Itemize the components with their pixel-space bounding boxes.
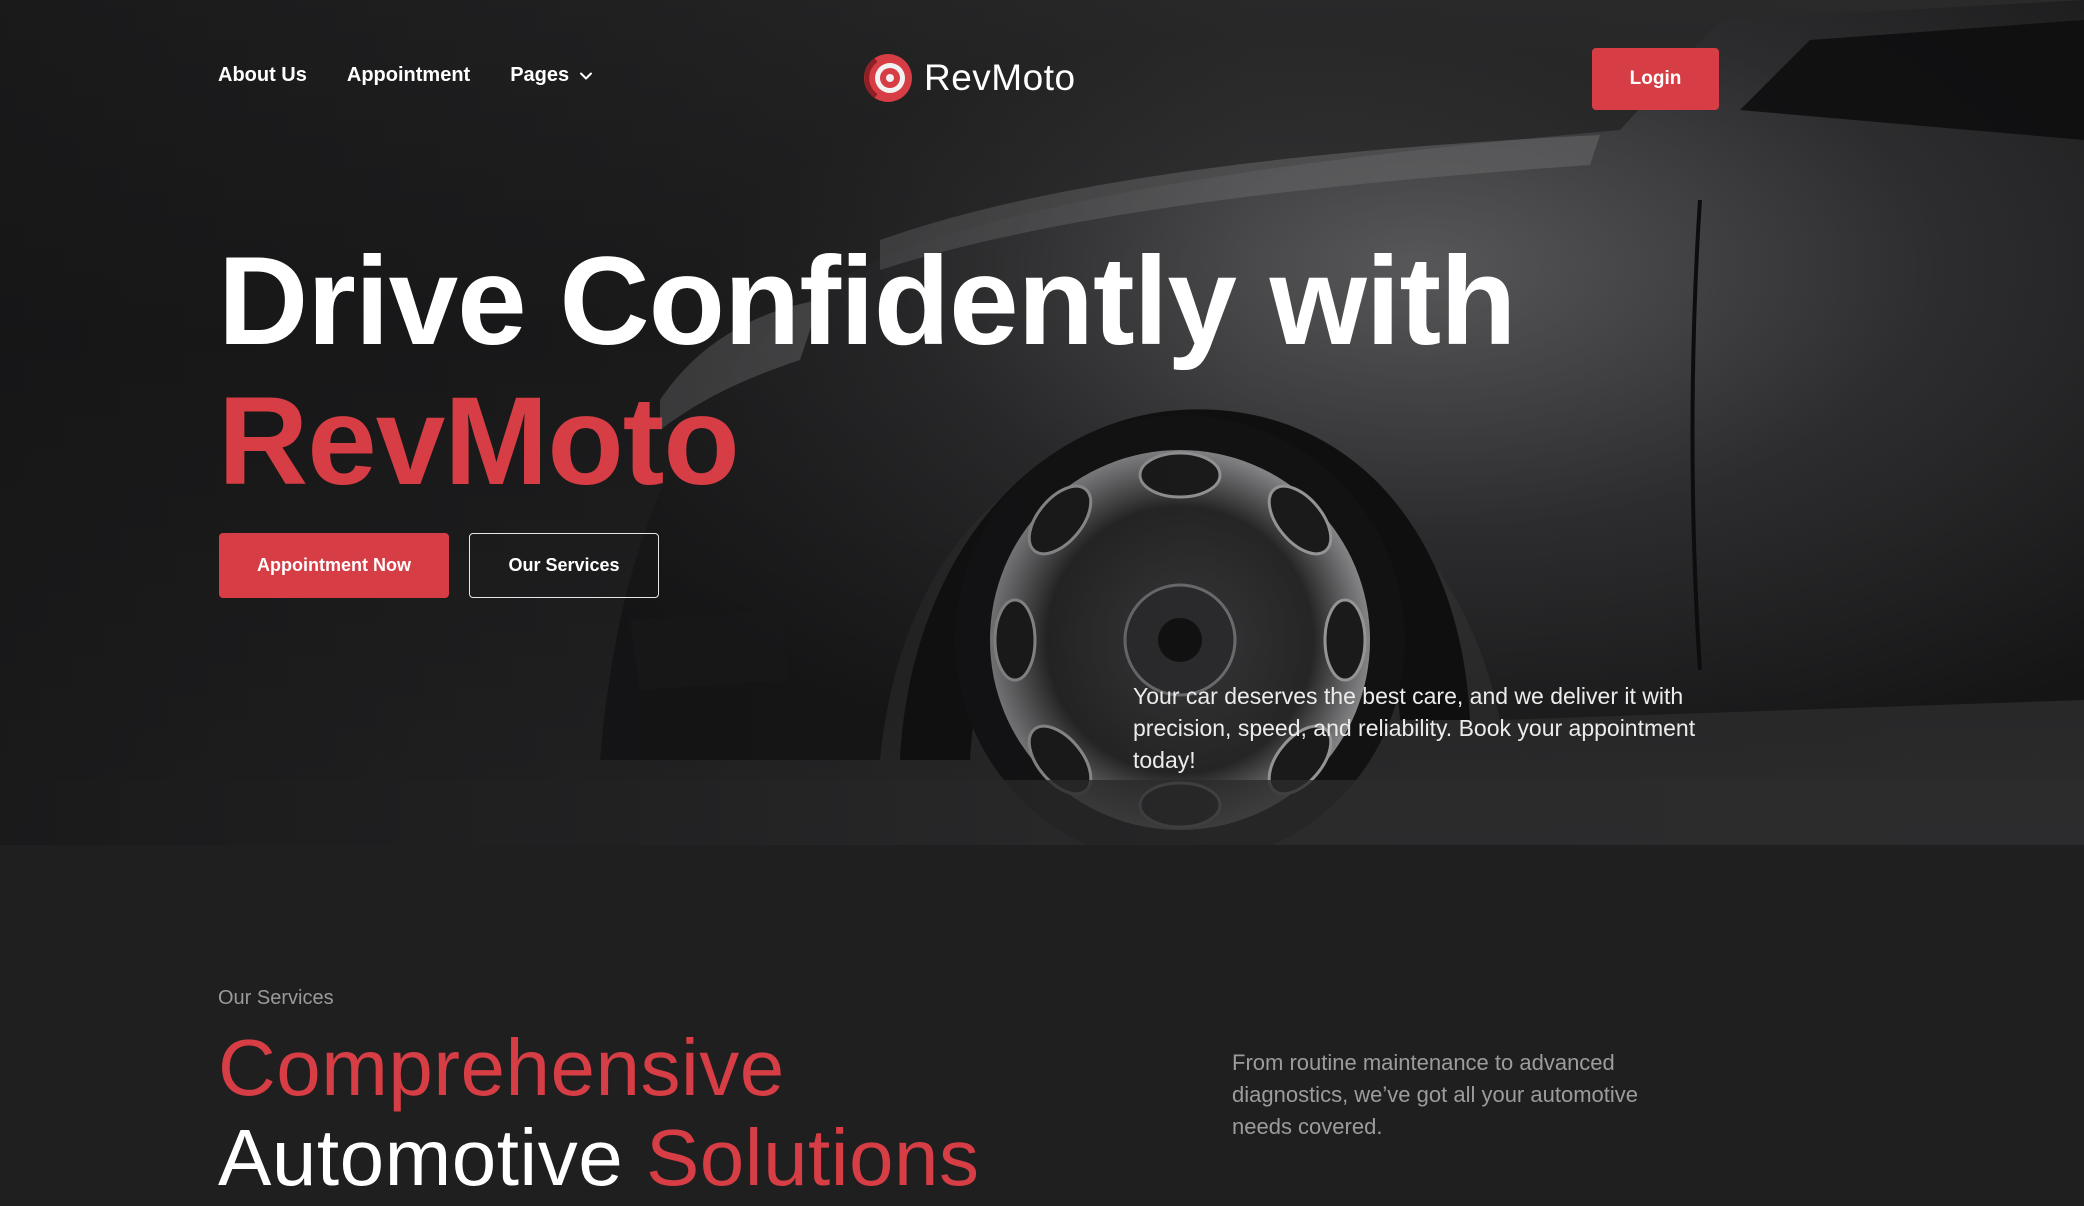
services-title-word2: Automotive [218, 1113, 624, 1202]
nav-pages-label: Pages [510, 64, 570, 86]
hero-description: Your car deserves the best care, and we … [1133, 683, 1696, 773]
hero-title-line2: RevMoto [218, 372, 740, 511]
nav-appointment[interactable]: Appointment [347, 64, 470, 87]
brand-name: RevMoto [924, 57, 1076, 98]
brand-logo[interactable]: RevMoto [862, 52, 1076, 104]
nav-about-us[interactable]: About Us [218, 64, 307, 87]
nav-pages-dropdown[interactable]: Pages [510, 64, 593, 87]
hero-section: About Us Appointment Pages RevMoto Login… [0, 0, 2084, 845]
services-title-word1: Comprehensive [218, 1023, 785, 1112]
nav-about-us-label: About Us [218, 64, 307, 86]
appointment-now-button[interactable]: Appointment Now [219, 533, 449, 598]
our-services-button[interactable]: Our Services [469, 533, 659, 598]
login-button[interactable]: Login [1592, 48, 1719, 110]
brake-disc-icon [864, 54, 912, 102]
hero-title-line1: Drive Confidently with [218, 232, 1517, 371]
chevron-down-icon [580, 72, 593, 79]
services-eyebrow: Our Services [218, 987, 334, 1009]
nav-appointment-label: Appointment [346, 64, 471, 86]
hero-title: Drive Confidently with RevMoto [218, 232, 1517, 512]
main-nav: About Us Appointment Pages [218, 64, 593, 87]
services-title: Comprehensive Automotive Solutions [218, 1023, 980, 1203]
services-description: From routine maintenance to advanced dia… [1232, 1050, 1638, 1139]
services-title-word3: Solutions [645, 1113, 980, 1202]
services-section: Our Services Comprehensive Automotive So… [0, 845, 2084, 1206]
